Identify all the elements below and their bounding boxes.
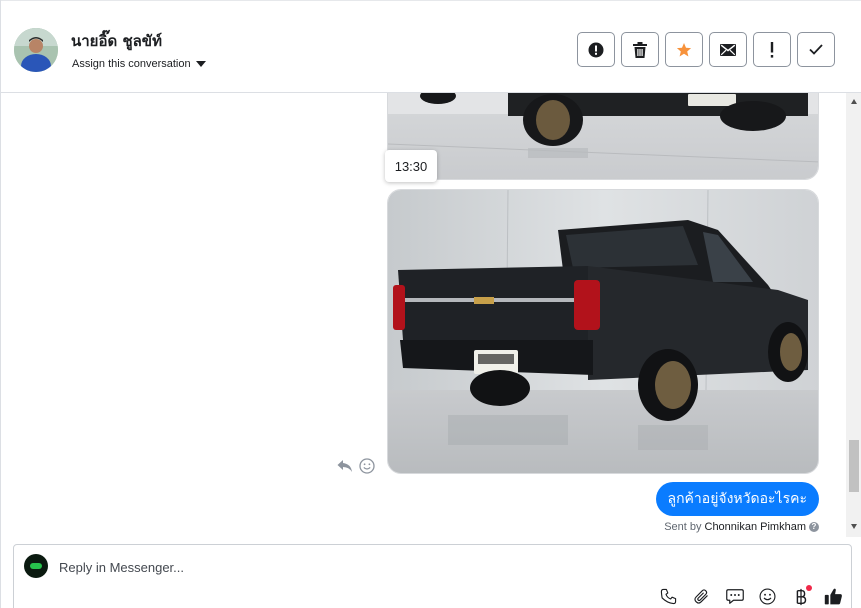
contact-name[interactable]: นายอิ๊ด ชูลขัท์ bbox=[71, 29, 162, 53]
sender-name: Chonnikan Pimkham bbox=[704, 521, 807, 533]
saved-replies-button[interactable] bbox=[725, 587, 744, 606]
exclamation-icon bbox=[770, 41, 774, 58]
inbox-conversation-panel: นายอิ๊ด ชูลขัท์ Assign this conversation bbox=[0, 0, 861, 608]
saved-reply-icon bbox=[725, 589, 744, 604]
scroll-up-arrow-icon[interactable] bbox=[851, 99, 857, 104]
envelope-icon bbox=[720, 43, 736, 56]
call-button[interactable] bbox=[659, 587, 678, 606]
mark-unread-button[interactable] bbox=[709, 32, 747, 67]
follow-up-button[interactable] bbox=[753, 32, 791, 67]
phone-icon bbox=[660, 588, 677, 605]
checkmark-icon bbox=[809, 44, 823, 55]
truck-photo-message[interactable] bbox=[387, 189, 819, 474]
thread-scrollbar[interactable] bbox=[846, 93, 861, 537]
baht-payment-icon bbox=[796, 588, 806, 605]
sent-by-prefix: Sent by bbox=[664, 521, 702, 533]
star-icon bbox=[676, 42, 692, 56]
caret-down-icon bbox=[195, 61, 206, 67]
help-icon[interactable]: ? bbox=[809, 522, 819, 532]
reply-input[interactable] bbox=[59, 558, 559, 576]
payment-button[interactable] bbox=[791, 585, 812, 606]
notification-dot bbox=[806, 585, 812, 591]
outgoing-message-bubble[interactable]: ลูกค้าอยู่จังหวัดอะไรคะ bbox=[655, 482, 819, 516]
done-button[interactable] bbox=[797, 32, 835, 67]
scrollbar-thumb[interactable] bbox=[849, 440, 859, 492]
message-timestamp: 13:30 bbox=[385, 150, 437, 182]
emoji-icon bbox=[759, 588, 776, 605]
star-button[interactable] bbox=[665, 32, 703, 67]
assign-label: Assign this conversation bbox=[72, 58, 191, 70]
spam-button[interactable] bbox=[577, 32, 615, 67]
truck-photo-message[interactable] bbox=[387, 93, 819, 180]
attach-button[interactable] bbox=[692, 587, 711, 606]
like-button[interactable] bbox=[824, 587, 843, 606]
thumbs-up-icon bbox=[824, 588, 842, 605]
reply-icon[interactable] bbox=[337, 459, 353, 473]
conversation-actions bbox=[577, 32, 835, 67]
emoji-button[interactable] bbox=[758, 587, 777, 606]
alert-circle-icon bbox=[588, 42, 604, 57]
scroll-down-arrow-icon[interactable] bbox=[851, 524, 857, 529]
contact-avatar[interactable] bbox=[14, 28, 58, 72]
react-emoji-icon[interactable] bbox=[359, 458, 375, 474]
message-thread: 13:30 ลูกค้าอยู่จังหวัดอะไรคะ Sent by Ch… bbox=[1, 93, 846, 537]
paperclip-icon bbox=[694, 589, 708, 604]
reply-composer bbox=[13, 544, 852, 608]
page-avatar bbox=[24, 554, 48, 578]
assign-conversation-dropdown[interactable]: Assign this conversation bbox=[72, 58, 206, 70]
sent-by-info: Sent by Chonnikan Pimkham ? bbox=[664, 521, 819, 533]
delete-button[interactable] bbox=[621, 32, 659, 67]
message-tools bbox=[337, 458, 375, 474]
conversation-header: นายอิ๊ด ชูลขัท์ Assign this conversation bbox=[1, 0, 861, 93]
trash-icon bbox=[633, 41, 647, 58]
composer-tools bbox=[659, 585, 843, 606]
